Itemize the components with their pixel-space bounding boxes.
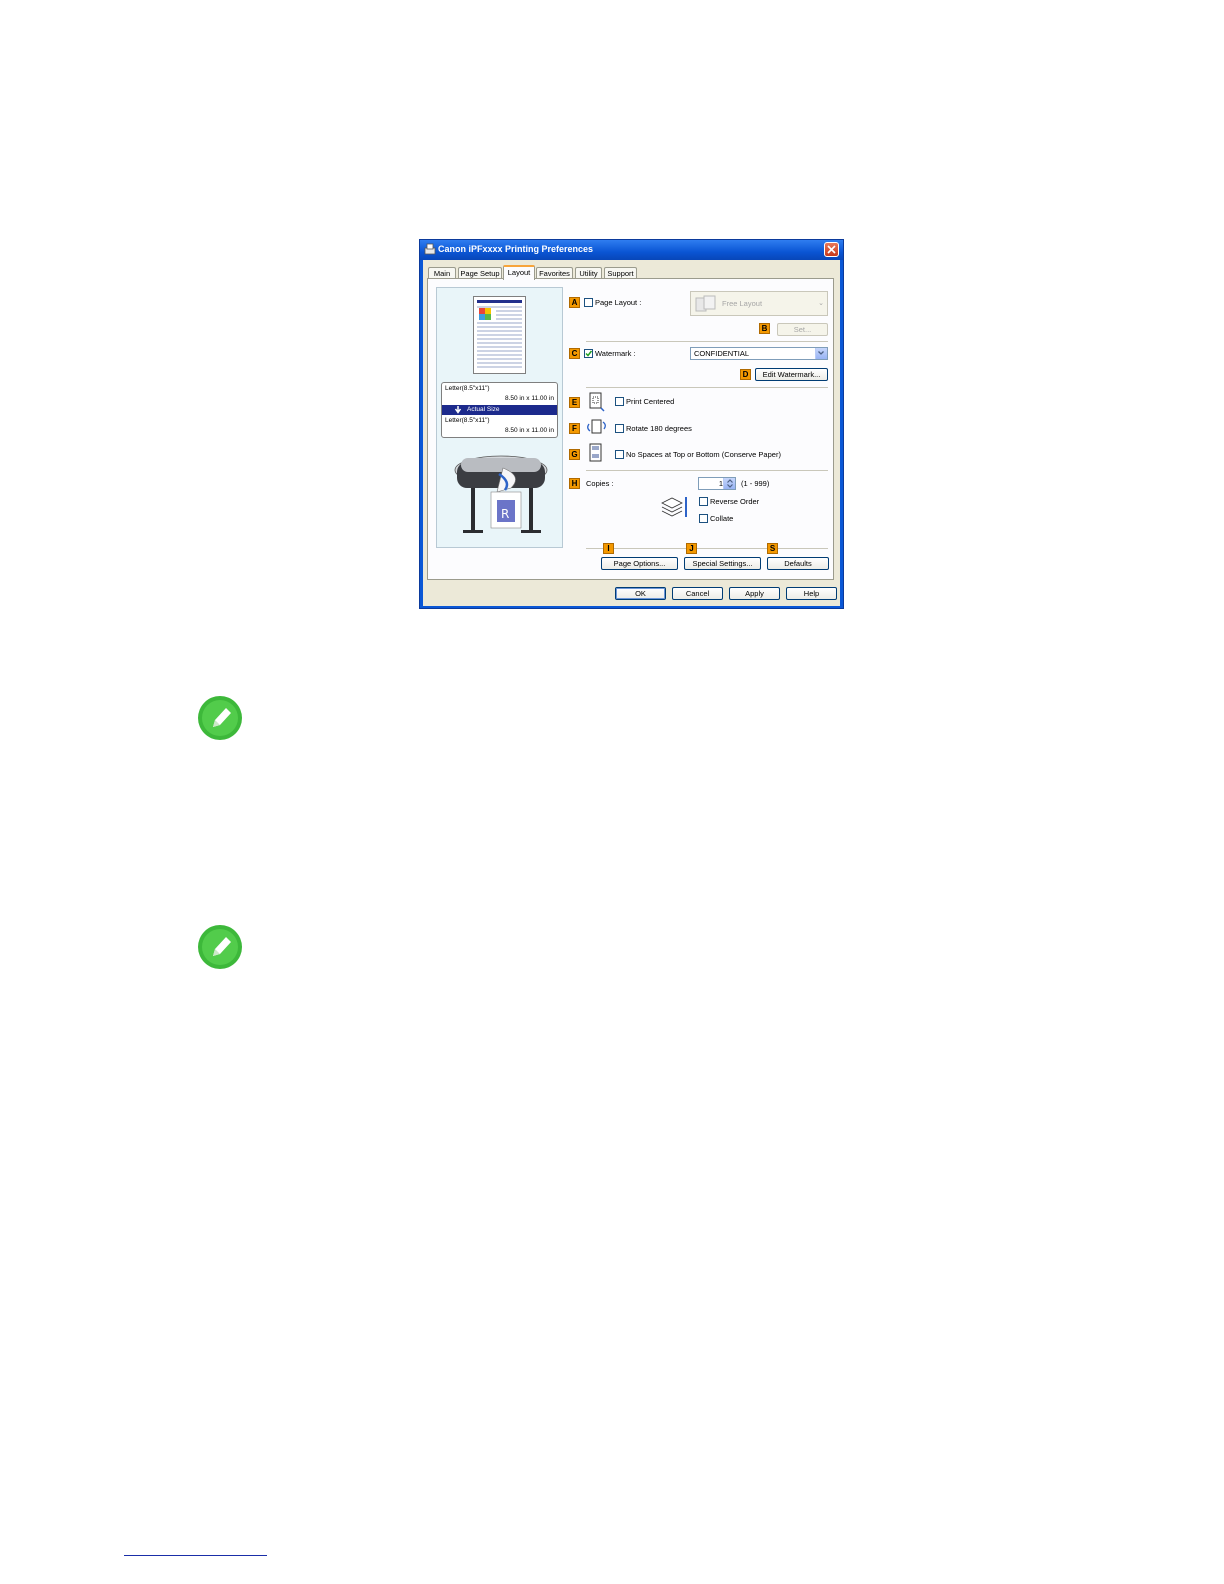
free-layout-icon xyxy=(695,295,716,312)
marker-a: A xyxy=(569,297,580,308)
chevron-down-icon xyxy=(818,351,824,355)
close-icon xyxy=(827,245,836,254)
marker-j: J xyxy=(686,543,697,554)
marker-g: G xyxy=(569,449,580,460)
page-options-button[interactable]: Page Options... xyxy=(601,557,678,570)
checkmark-icon xyxy=(585,350,592,357)
separator xyxy=(586,387,828,388)
marker-s: S xyxy=(767,543,778,554)
marker-i: I xyxy=(603,543,614,554)
watermark-select[interactable]: CONFIDENTIAL xyxy=(690,347,828,360)
watermark-checkbox[interactable] xyxy=(584,349,593,358)
paper-size-label-2: Letter(8.5"x11") xyxy=(445,417,490,424)
print-centered-checkbox[interactable] xyxy=(615,397,624,406)
marker-e: E xyxy=(569,397,580,408)
copies-label: Copies : xyxy=(586,479,614,488)
chevron-down-icon: ⌄ xyxy=(818,300,824,307)
collate-checkbox[interactable] xyxy=(699,514,708,523)
marker-c: C xyxy=(569,348,580,359)
rotate-icon xyxy=(587,419,606,434)
note-pencil-icon xyxy=(198,696,242,740)
marker-h: H xyxy=(569,478,580,489)
no-spaces-label: No Spaces at Top or Bottom (Conserve Pap… xyxy=(626,450,781,459)
apply-button[interactable]: Apply xyxy=(729,587,780,600)
no-spaces-checkbox[interactable] xyxy=(615,450,624,459)
copies-spinbox[interactable]: 1 xyxy=(698,477,736,490)
ok-button[interactable]: OK xyxy=(615,587,666,600)
help-button[interactable]: Help xyxy=(786,587,837,600)
preview-pane: Letter(8.5"x11") 8.50 in x 11.00 in Actu… xyxy=(436,287,563,548)
separator xyxy=(586,341,828,342)
actual-size-bar: Actual Size xyxy=(442,405,557,415)
page-layout-select[interactable]: Free Layout ⌄ xyxy=(690,291,828,316)
separator xyxy=(586,470,828,471)
print-mode-label: Actual Size xyxy=(467,406,500,413)
note-pencil-icon xyxy=(198,925,242,969)
title-bar[interactable]: Canon iPFxxxx Printing Preferences xyxy=(420,240,843,260)
separator xyxy=(586,548,828,549)
marker-d: D xyxy=(740,369,751,380)
arrow-down-icon xyxy=(454,406,462,414)
dialog-client-area: Main Page Setup Layout Favorites Utility… xyxy=(423,260,840,606)
close-button[interactable] xyxy=(824,242,839,257)
page-layout-checkbox[interactable] xyxy=(584,298,593,307)
print-centered-label: Print Centered xyxy=(626,397,675,406)
reverse-order-label: Reverse Order xyxy=(710,497,760,506)
cancel-button[interactable]: Cancel xyxy=(672,587,723,600)
printer-illustration: R xyxy=(454,455,548,533)
page-preview-thumbnail xyxy=(473,296,526,374)
copies-range: (1 - 999) xyxy=(741,479,770,488)
watermark-value: CONFIDENTIAL xyxy=(694,349,750,358)
collate-label: Collate xyxy=(710,514,734,523)
paper-size-label-1: Letter(8.5"x11") xyxy=(445,385,490,392)
conserve-paper-icon xyxy=(589,443,602,462)
printing-preferences-dialog: Canon iPFxxxx Printing Preferences Main … xyxy=(419,239,844,609)
page-layout-value: Free Layout xyxy=(722,299,763,308)
spin-arrows-icon xyxy=(727,479,733,488)
spin-buttons[interactable] xyxy=(723,478,735,489)
rotate-180-label: Rotate 180 degrees xyxy=(626,424,692,433)
paper-size-info: Letter(8.5"x11") 8.50 in x 11.00 in Actu… xyxy=(441,382,558,438)
paper-dims-2: 8.50 in x 11.00 in xyxy=(504,427,554,434)
dropdown-arrow-icon[interactable] xyxy=(815,348,827,359)
watermark-label: Watermark : xyxy=(595,349,636,358)
layout-panel: Letter(8.5"x11") 8.50 in x 11.00 in Actu… xyxy=(427,278,834,580)
edit-watermark-button[interactable]: Edit Watermark... xyxy=(755,368,828,381)
set-button[interactable]: Set... xyxy=(777,323,828,336)
marker-f: F xyxy=(569,423,580,434)
page-preview-image xyxy=(477,300,522,368)
print-centered-icon xyxy=(589,392,605,412)
special-settings-button[interactable]: Special Settings... xyxy=(684,557,761,570)
page-layout-label: Page Layout : xyxy=(595,298,642,307)
reverse-order-checkbox[interactable] xyxy=(699,497,708,506)
rotate-180-checkbox[interactable] xyxy=(615,424,624,433)
copies-stack-icon xyxy=(661,497,687,517)
paper-dims-1: 8.50 in x 11.00 in xyxy=(504,395,554,402)
footer-link-underline[interactable] xyxy=(124,1555,267,1556)
svg-text:R: R xyxy=(501,507,509,521)
window-title: Canon iPFxxxx Printing Preferences xyxy=(438,244,594,254)
defaults-button[interactable]: Defaults xyxy=(767,557,829,570)
printer-icon xyxy=(424,243,436,255)
tab-layout[interactable]: Layout xyxy=(503,265,535,280)
marker-b: B xyxy=(759,323,770,334)
